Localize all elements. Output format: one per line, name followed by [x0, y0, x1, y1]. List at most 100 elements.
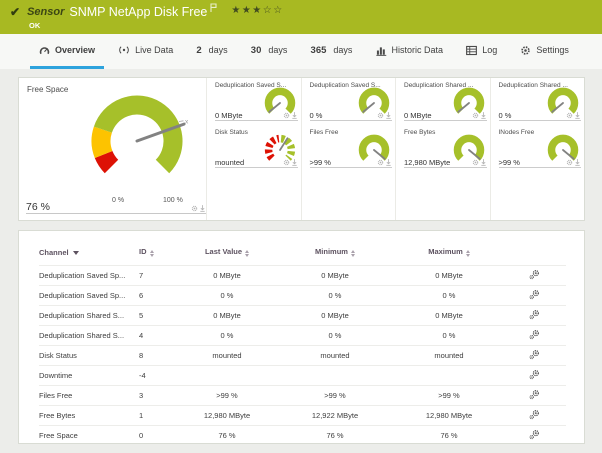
channel-settings-icon[interactable]	[529, 313, 540, 322]
pin-icon[interactable]	[481, 106, 486, 124]
tab-bar: OverviewLive Data2days30days365days Histo…	[0, 34, 602, 69]
minimum-value: >99 %	[275, 386, 395, 406]
tab-historic-data[interactable]: Historic Data	[367, 34, 453, 69]
channel-settings-icon[interactable]	[529, 333, 540, 342]
gauge-value: 0 MByte	[404, 111, 432, 120]
channel-settings-icon[interactable]	[529, 433, 540, 442]
gauge-card-deduplication-saved-s[interactable]: Deduplication Saved S...0 MByte	[207, 78, 301, 125]
gauge-corner-icons	[283, 153, 297, 171]
gauge-settings-icon[interactable]	[283, 106, 290, 124]
gauge-corner-icons	[377, 153, 391, 171]
pin-icon[interactable]	[386, 106, 391, 124]
tab-label: Historic Data	[392, 45, 444, 55]
tab-2-days[interactable]: 2days	[187, 34, 236, 69]
gauge-value: 0 MByte	[215, 111, 243, 120]
gauge-card-deduplication-shared[interactable]: Deduplication Shared ...0 MByte	[396, 78, 490, 125]
pin-icon[interactable]	[292, 153, 297, 171]
channel-id: 7	[139, 266, 179, 286]
channel-settings-icon[interactable]	[529, 353, 540, 362]
tab-label: Log	[482, 45, 497, 55]
gauge-value: 0 %	[310, 111, 323, 120]
channel-name[interactable]: Disk Status	[39, 346, 139, 366]
tab-365-days[interactable]: 365days	[302, 34, 362, 69]
priority-stars[interactable]: ★★★☆☆	[231, 5, 283, 16]
column-header-minimum[interactable]: Minimum	[275, 247, 395, 266]
gauge-settings-icon[interactable]	[377, 153, 384, 171]
minimum-value: 0 MByte	[275, 306, 395, 326]
channel-settings-icon[interactable]	[529, 393, 540, 402]
mini-gauge-grid: Deduplication Saved S...0 MByteDisk Stat…	[206, 78, 584, 220]
sort-icon	[245, 250, 249, 257]
status-check-icon: ✔	[10, 5, 20, 19]
channel-table-body: Deduplication Saved Sp...70 MByte0 MByte…	[39, 266, 566, 445]
last-value: 76 %	[179, 426, 275, 445]
gauge-value: >99 %	[310, 158, 331, 167]
gauge-settings-icon[interactable]	[566, 106, 573, 124]
channel-name[interactable]: Files Free	[39, 386, 139, 406]
gauge-settings-icon[interactable]	[377, 106, 384, 124]
tab-live-data[interactable]: Live Data	[109, 34, 182, 69]
last-value: >99 %	[179, 386, 275, 406]
pin-icon[interactable]	[292, 106, 297, 124]
channel-settings-icon[interactable]	[529, 373, 540, 382]
channel-name[interactable]: Downtime	[39, 366, 139, 386]
column-header-id[interactable]: ID	[139, 247, 179, 266]
channel-row-deduplication-saved-sp: Deduplication Saved Sp...70 MByte0 MByte…	[39, 266, 566, 286]
sort-icon	[150, 250, 154, 257]
tab-number: 30	[251, 45, 262, 56]
channel-settings-cell	[503, 306, 566, 326]
channel-name[interactable]: Deduplication Shared S...	[39, 326, 139, 346]
main-gauge-card-free-space[interactable]: Free Space x 0 % 100 % 76 %	[19, 78, 206, 220]
channel-settings-cell	[503, 426, 566, 445]
channel-row-downtime: Downtime-4	[39, 366, 566, 386]
channel-name[interactable]: Deduplication Shared S...	[39, 306, 139, 326]
gauge-settings-icon[interactable]	[472, 106, 479, 124]
last-value: 0 %	[179, 326, 275, 346]
channel-settings-icon[interactable]	[529, 413, 540, 422]
maximum-value	[395, 366, 503, 386]
channel-name[interactable]: Deduplication Saved Sp...	[39, 286, 139, 306]
tab-settings[interactable]: Settings	[511, 34, 578, 69]
channel-settings-cell	[503, 286, 566, 306]
svg-text:x: x	[185, 119, 189, 126]
gauge-card-files-free[interactable]: Files Free>99 %	[302, 125, 396, 172]
pin-icon[interactable]	[200, 199, 205, 217]
maximum-value: 0 %	[395, 326, 503, 346]
pin-icon[interactable]	[575, 106, 580, 124]
gauge-card-inodes-free[interactable]: INodes Free>99 %	[491, 125, 585, 172]
column-header-channel[interactable]: Channel	[39, 247, 139, 266]
channel-settings-cell	[503, 366, 566, 386]
minimum-value: mounted	[275, 346, 395, 366]
gauge-settings-icon[interactable]	[283, 153, 290, 171]
gauge-settings-icon[interactable]	[191, 199, 198, 217]
gauge-value: >99 %	[499, 158, 520, 167]
gauge-card-free-bytes[interactable]: Free Bytes12,980 MByte	[396, 125, 490, 172]
tab-30-days[interactable]: 30days	[242, 34, 297, 69]
gauge-card-deduplication-shared[interactable]: Deduplication Shared ...0 %	[491, 78, 585, 125]
page-title: SNMP NetApp Disk Free	[69, 5, 207, 19]
pin-icon[interactable]	[386, 153, 391, 171]
last-value: 0 MByte	[179, 266, 275, 286]
channel-settings-cell	[503, 326, 566, 346]
gauge-card-disk-status[interactable]: Disk Statusmounted	[207, 125, 301, 172]
channel-settings-icon[interactable]	[529, 273, 540, 282]
gauge-card-deduplication-saved-s[interactable]: Deduplication Saved S...0 %	[302, 78, 396, 125]
column-header-maximum[interactable]: Maximum	[395, 247, 503, 266]
last-value: mounted	[179, 346, 275, 366]
pin-icon[interactable]	[575, 153, 580, 171]
gauge-corner-icons	[566, 153, 580, 171]
channel-name[interactable]: Free Bytes	[39, 406, 139, 426]
tab-log[interactable]: Log	[457, 34, 506, 69]
gauge-settings-icon[interactable]	[472, 153, 479, 171]
gauge-value: 12,980 MByte	[404, 158, 450, 167]
last-value: 12,980 MByte	[179, 406, 275, 426]
channel-name[interactable]: Deduplication Saved Sp...	[39, 266, 139, 286]
gauge-settings-icon[interactable]	[566, 153, 573, 171]
tab-overview[interactable]: Overview	[30, 34, 104, 69]
channel-name[interactable]: Free Space	[39, 426, 139, 445]
channel-settings-icon[interactable]	[529, 293, 540, 302]
pin-icon[interactable]	[481, 153, 486, 171]
gauge-value: mounted	[215, 158, 244, 167]
column-header-last-value[interactable]: Last Value	[179, 247, 275, 266]
channel-table-head: ChannelIDLast ValueMinimumMaximum	[39, 247, 566, 266]
